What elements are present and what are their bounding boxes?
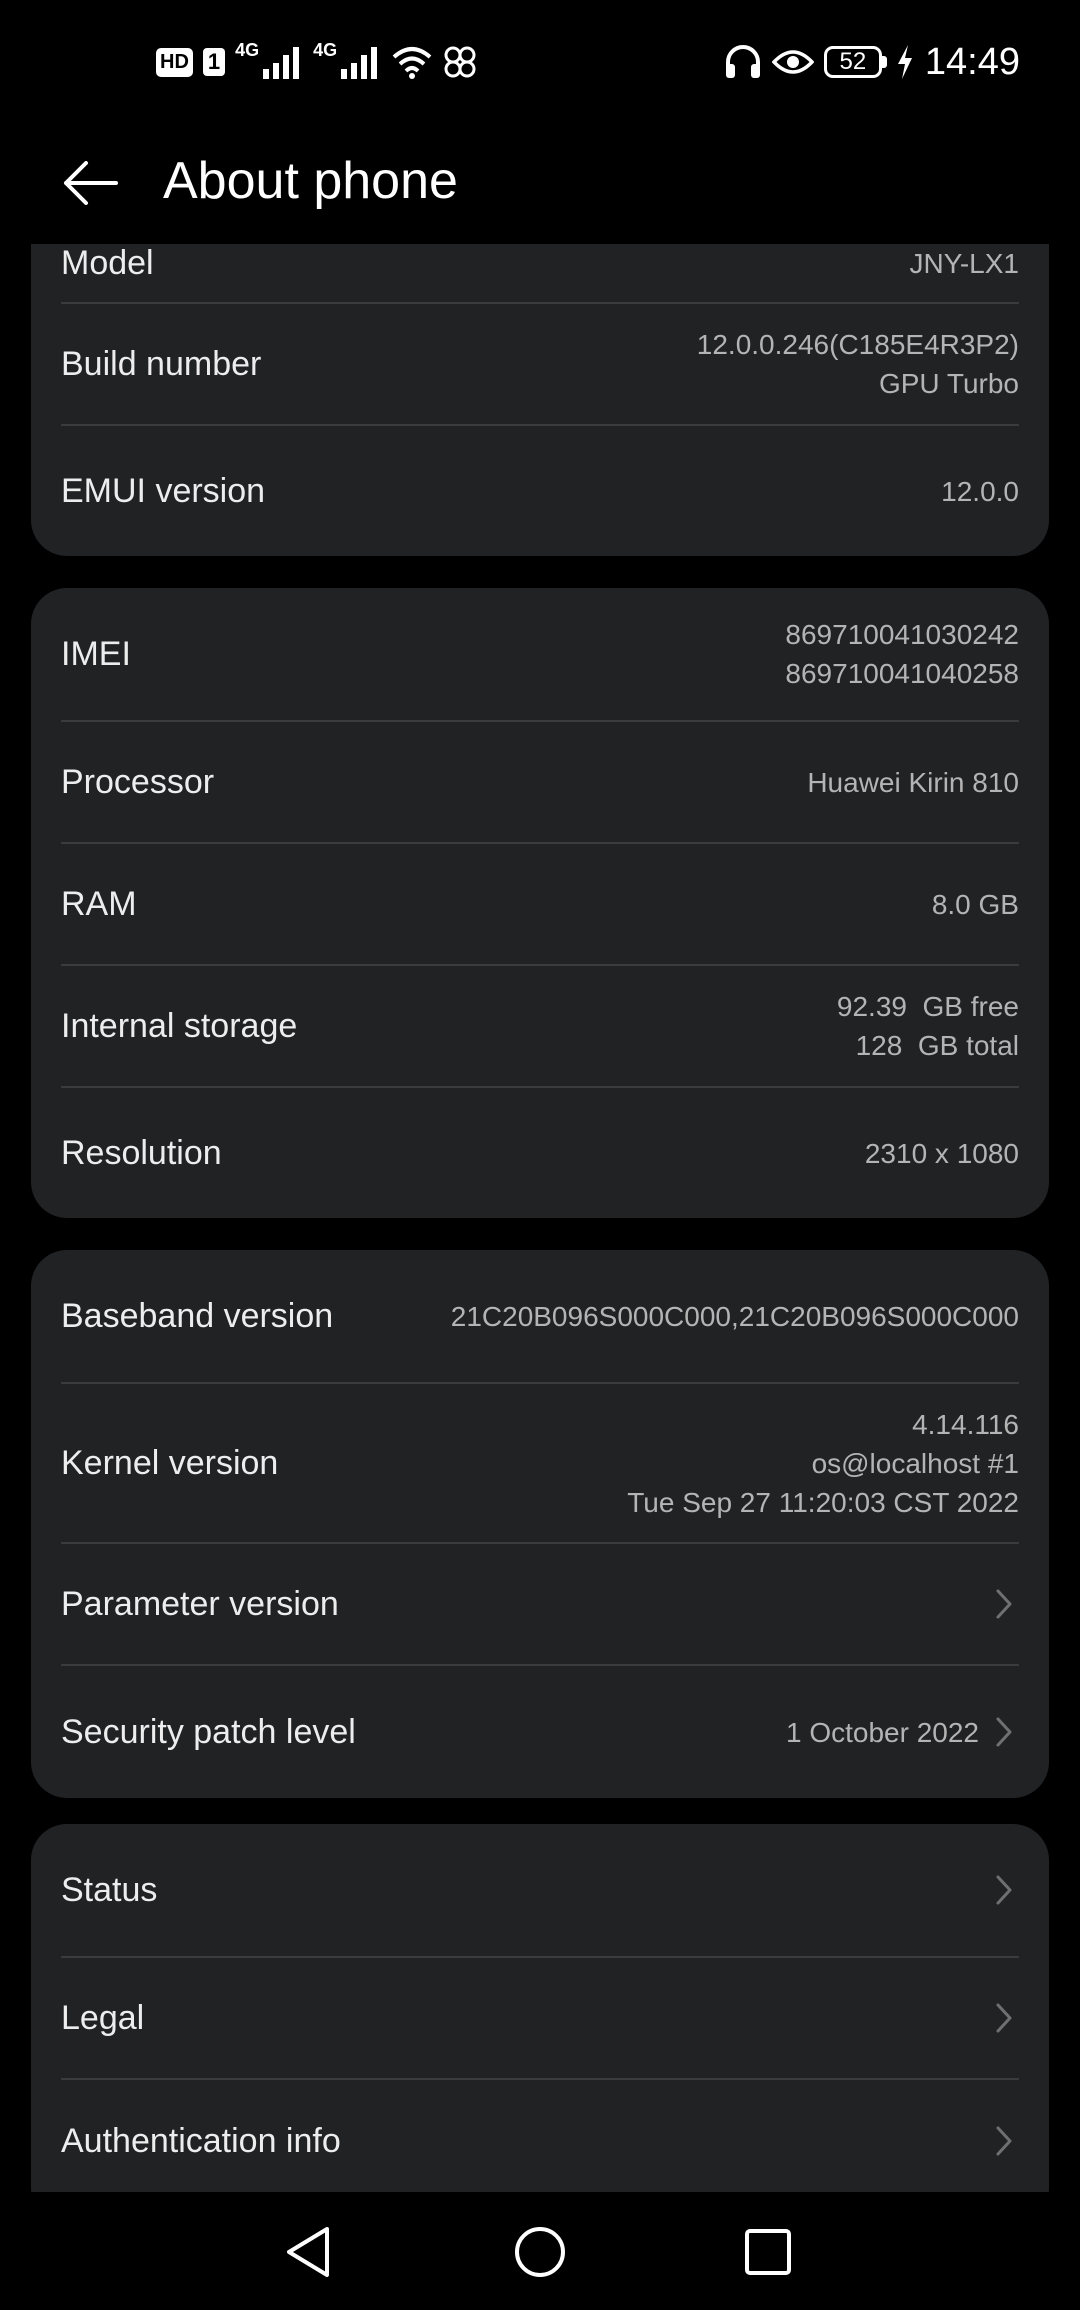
battery-level: 52 — [839, 48, 867, 75]
row-label: Processor — [61, 762, 215, 801]
row-value: JNY-LX1 — [909, 247, 1019, 279]
wifi-icon — [392, 47, 432, 79]
app-bar: About phone — [0, 124, 1080, 244]
software-info-card: Baseband version 21C20B096S000C000,21C20… — [31, 1250, 1049, 1798]
row-value: 12.0.0 — [941, 475, 1019, 507]
row-processor[interactable]: Processor Huawei Kirin 810 — [61, 722, 1019, 844]
hardware-info-card: IMEI 869710041030242 869710041040258 Pro… — [31, 588, 1049, 1218]
signal-icon — [263, 47, 300, 79]
chevron-right-icon — [989, 1585, 1019, 1623]
row-imei[interactable]: IMEI 869710041030242 869710041040258 — [61, 588, 1019, 722]
chevron-right-icon — [989, 1999, 1019, 2037]
row-right — [989, 1999, 1019, 2037]
row-label: Internal storage — [61, 1006, 298, 1045]
back-triangle-icon — [287, 2227, 329, 2277]
charging-icon — [897, 45, 912, 79]
row-label: Resolution — [61, 1133, 222, 1172]
row-label: Kernel version — [61, 1443, 279, 1482]
sim-number: 1 — [202, 48, 226, 76]
row-right: 1 October 2022 — [786, 1713, 1019, 1752]
row-value: 2310 x 1080 — [864, 1137, 1019, 1169]
row-value: 1 October 2022 — [785, 1716, 979, 1748]
row-label: Baseband version — [61, 1296, 334, 1335]
eye-icon — [771, 50, 814, 74]
row-build-number[interactable]: Build number 12.0.0.246(C185E4R3P2) GPU … — [61, 304, 1019, 426]
row-value: 8.0 GB — [931, 888, 1019, 920]
status-left: HD 1 4G 4G — [156, 38, 477, 86]
row-label: RAM — [61, 884, 137, 923]
row-emui-version[interactable]: EMUI version 12.0.0 — [61, 426, 1019, 556]
row-label: EMUI version — [61, 471, 266, 510]
nav-back-button[interactable] — [263, 2212, 353, 2292]
row-label: Parameter version — [61, 1584, 339, 1623]
back-button[interactable] — [50, 148, 130, 218]
network-type-1: 4G — [235, 40, 260, 60]
row-label: Status — [61, 1870, 158, 1909]
row-value: 12.0.0.246(C185E4R3P2) GPU Turbo — [696, 329, 1019, 399]
row-right — [989, 1585, 1019, 1623]
status-bar: HD 1 4G 4G 52 14:49 — [0, 0, 1080, 124]
recents-square-icon — [745, 2229, 791, 2275]
row-label: Build number — [61, 344, 262, 383]
row-model[interactable]: Model JNY-LX1 — [61, 244, 1019, 304]
row-label: Legal — [61, 1998, 145, 2037]
chevron-right-icon — [989, 1871, 1019, 1909]
row-status[interactable]: Status — [61, 1824, 1019, 1958]
row-internal-storage[interactable]: Internal storage 92.39 GB free 128 GB to… — [61, 966, 1019, 1088]
row-label: IMEI — [61, 634, 131, 673]
row-label: Authentication info — [61, 2121, 341, 2160]
row-value: 4.14.116 os@localhost #1 Tue Sep 27 11:2… — [627, 1408, 1019, 1518]
more-info-card: Status Legal Authentication info — [31, 1824, 1049, 2192]
row-parameter-version[interactable]: Parameter version — [61, 1544, 1019, 1666]
row-value: Huawei Kirin 810 — [807, 766, 1019, 798]
nav-recents-button[interactable] — [723, 2212, 813, 2292]
battery-icon: 52 — [823, 46, 887, 78]
pinwheel-icon — [444, 46, 476, 78]
status-right: 52 14:49 — [724, 38, 1020, 86]
chevron-right-icon — [989, 2122, 1019, 2160]
settings-list[interactable]: Model JNY-LX1 Build number 12.0.0.246(C1… — [0, 244, 1080, 2192]
chevron-right-icon — [989, 1713, 1019, 1751]
row-value: 869710041030242 869710041040258 — [785, 619, 1019, 689]
row-authentication-info[interactable]: Authentication info — [61, 2080, 1019, 2192]
hd-icon: HD — [156, 47, 193, 77]
row-label: Security patch level — [61, 1712, 356, 1751]
nav-home-button[interactable] — [495, 2212, 585, 2292]
signal-icon — [341, 47, 378, 79]
row-right — [989, 2122, 1019, 2160]
navigation-bar — [0, 2192, 1080, 2310]
row-kernel-version[interactable]: Kernel version 4.14.116 os@localhost #1 … — [61, 1384, 1019, 1544]
device-info-card: Model JNY-LX1 Build number 12.0.0.246(C1… — [31, 244, 1049, 556]
clock: 14:49 — [924, 40, 1020, 83]
page-title: About phone — [163, 152, 458, 210]
home-circle-icon — [515, 2227, 565, 2277]
row-label: Model — [61, 244, 154, 282]
headphones-icon — [725, 45, 760, 78]
network-type-2: 4G — [313, 40, 338, 60]
arrow-left-icon — [64, 161, 118, 205]
row-security-patch-level[interactable]: Security patch level 1 October 2022 — [61, 1666, 1019, 1798]
row-value: 92.39 GB free 128 GB total — [836, 991, 1019, 1061]
row-right — [989, 1871, 1019, 1909]
row-baseband-version[interactable]: Baseband version 21C20B096S000C000,21C20… — [61, 1250, 1019, 1384]
row-legal[interactable]: Legal — [61, 1958, 1019, 2080]
row-value: 21C20B096S000C000,21C20B096S000C000 — [450, 1300, 1019, 1332]
row-resolution[interactable]: Resolution 2310 x 1080 — [61, 1088, 1019, 1218]
row-ram[interactable]: RAM 8.0 GB — [61, 844, 1019, 966]
